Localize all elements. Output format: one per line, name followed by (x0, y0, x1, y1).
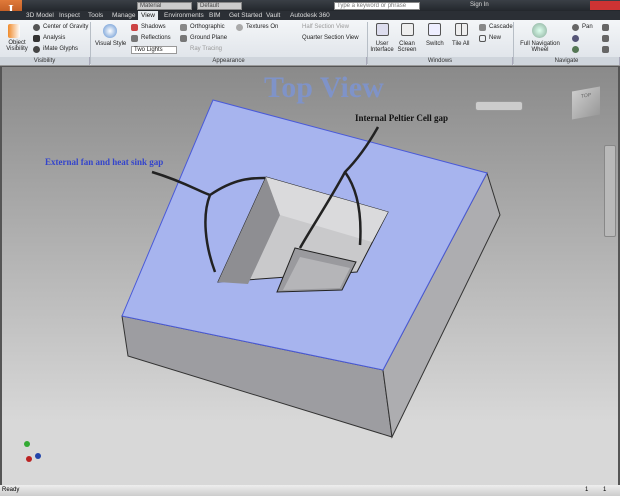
center-of-gravity-button[interactable]: Center of Gravity (43, 24, 88, 30)
windows-panel-label: Windows (368, 57, 513, 65)
visual-style-button[interactable]: Visual Style (95, 41, 126, 47)
textures-icon (236, 24, 243, 31)
ribbon: Object Visibility Center of Gravity Anal… (0, 20, 620, 66)
switch-icon (428, 23, 441, 36)
tab-inspect[interactable]: Inspect (59, 11, 80, 20)
tab-vault[interactable]: Vault (266, 11, 280, 20)
zoom-icon[interactable] (572, 35, 579, 42)
tile-all-button[interactable]: Tile All (452, 41, 469, 47)
lighting-dropdown[interactable]: Two Lights (131, 46, 177, 54)
visual-style-icon (103, 24, 117, 38)
imate-glyph-icon (33, 46, 40, 53)
view-title: Top View (264, 71, 384, 104)
navigation-wheel-icon (532, 23, 547, 38)
sign-in-button[interactable]: Sign In (470, 2, 489, 8)
tab-autodesk-360[interactable]: Autodesk 360 (290, 11, 330, 20)
switch-button[interactable]: Switch (426, 41, 444, 47)
object-visibility-icon (8, 24, 20, 38)
cascade-icon (479, 24, 486, 31)
material-dropdown[interactable]: Material (137, 2, 192, 10)
status-count-2: 1 (603, 487, 607, 493)
navigate-panel-label: Navigate (514, 57, 620, 65)
textures-button[interactable]: Textures On (246, 24, 278, 30)
new-window-button[interactable]: New (489, 35, 501, 41)
tab-view[interactable]: View (138, 11, 158, 20)
analysis-button[interactable]: Analysis (43, 35, 65, 41)
orthographic-icon (180, 24, 187, 31)
viewcube[interactable]: TOP (572, 86, 600, 120)
status-text: Ready (2, 487, 20, 493)
view-controls-toolbar[interactable] (475, 101, 523, 111)
ray-tracing-button[interactable]: Ray Tracing (190, 46, 222, 52)
tab-manage[interactable]: Manage (112, 11, 136, 20)
home-view-icon[interactable] (602, 46, 609, 53)
status-bar: Ready 1 1 (0, 485, 620, 496)
navigation-bar[interactable] (604, 145, 616, 237)
pan-icon (572, 24, 579, 31)
tab-3d-model[interactable]: 3D Model (26, 11, 54, 20)
visibility-panel-label: Visibility (0, 57, 90, 65)
graphics-viewport[interactable]: Top View Internal Peltier Cell gap Exter… (2, 67, 618, 485)
appearance-panel-label: Appearance (91, 57, 367, 65)
ribbon-tabs: 3D Model Inspect Tools Manage View Envir… (0, 11, 620, 20)
zoom-all-icon[interactable] (602, 35, 609, 42)
external-gap-label: External fan and heat sink gap (45, 157, 164, 167)
imate-glyphs-button[interactable]: iMate Glyphs (43, 46, 78, 52)
ground-plane-button[interactable]: Ground Plane (190, 35, 227, 41)
analysis-icon (33, 35, 40, 42)
internal-gap-label: Internal Peltier Cell gap (355, 113, 449, 123)
center-of-gravity-icon (33, 24, 40, 31)
user-interface-button[interactable]: User Interface (370, 41, 394, 53)
orbit-icon[interactable] (572, 46, 579, 53)
user-interface-icon (376, 23, 389, 36)
tab-environments[interactable]: Environments (164, 11, 204, 20)
reflections-icon (131, 35, 138, 42)
orthographic-button[interactable]: Orthographic (190, 24, 225, 30)
half-section-view-button[interactable]: Half Section View (302, 24, 349, 30)
tab-get-started[interactable]: Get Started (229, 11, 262, 20)
full-navigation-wheel-button[interactable]: Full Navigation Wheel (518, 41, 562, 53)
ground-plane-icon (180, 35, 187, 42)
title-bar: Material Default Type a keyword or phras… (0, 0, 620, 11)
tab-tools[interactable]: Tools (88, 11, 103, 20)
x-axis-indicator (26, 456, 32, 462)
tab-bim[interactable]: BIM (209, 11, 221, 20)
quarter-section-view-button[interactable]: Quarter Section View (302, 35, 359, 41)
tile-all-icon (455, 23, 468, 36)
new-window-icon (479, 35, 486, 42)
cascade-button[interactable]: Cascade (489, 24, 513, 30)
z-axis-indicator (35, 453, 41, 459)
clean-screen-button[interactable]: Clean Screen (397, 41, 417, 53)
close-button[interactable] (590, 1, 620, 10)
shadows-button[interactable]: Shadows (141, 24, 166, 30)
model-canvas (121, 99, 501, 439)
reflections-button[interactable]: Reflections (141, 35, 171, 41)
y-axis-indicator (24, 441, 30, 447)
search-input[interactable]: Type a keyword or phrase (334, 2, 420, 10)
status-count-1: 1 (585, 487, 589, 493)
appearance-dropdown[interactable]: Default (197, 2, 242, 10)
look-at-icon[interactable] (602, 24, 609, 31)
object-visibility-button[interactable]: Object Visibility (5, 40, 29, 52)
clean-screen-icon (401, 23, 414, 36)
pan-button[interactable]: Pan (582, 24, 593, 30)
shadows-icon (131, 24, 138, 31)
